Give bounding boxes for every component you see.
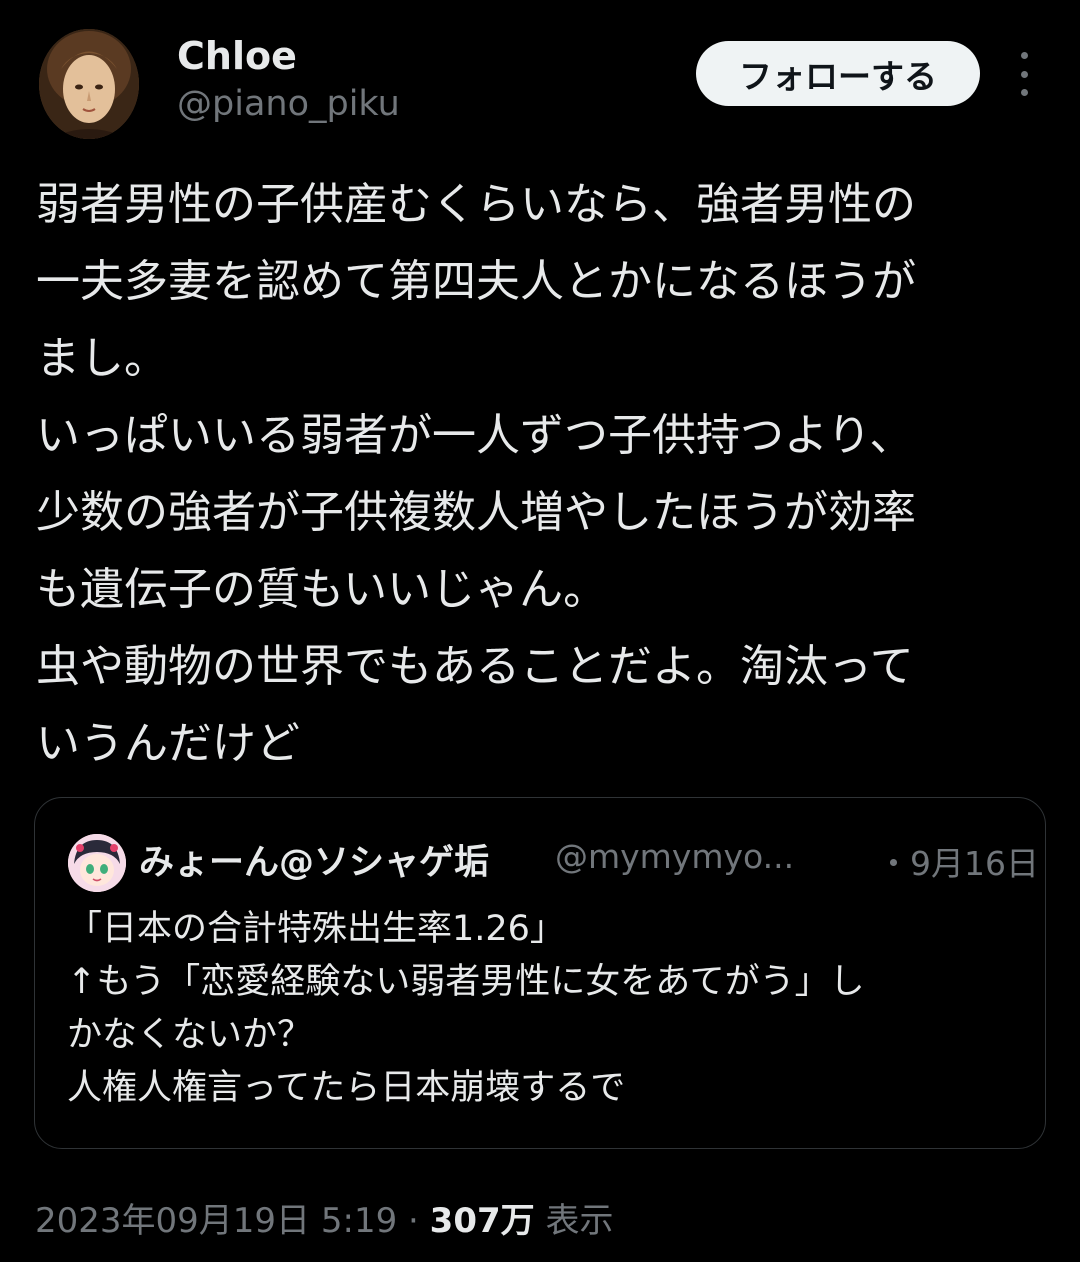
author-avatar[interactable] [39,29,139,139]
quote-line: かなくないか？ [67,1015,313,1055]
more-dot [1020,89,1028,96]
follow-button[interactable]: フォローする [696,41,980,106]
meta-separator: · [397,1201,430,1241]
quoted-author-handle[interactable]: @mymymyo... [555,837,794,876]
tweet-line: いっぱいいる弱者が一人ずつ子供持つより、 [36,410,914,461]
views-label: 表示 [534,1201,614,1241]
tweet-meta: 2023年09月19日 5:19 · 307万 表示 [35,1193,613,1242]
more-dot [1020,52,1028,59]
quoted-author-name[interactable]: みょーん@ソシャゲ垢 [139,834,489,885]
tweet-body: 弱者男性の子供産むくらいなら、強者男性の 一夫多妻を認めて第四夫人とかになるほう… [36,166,1046,782]
quoted-tweet-card[interactable]: みょーん@ソシャゲ垢 @mymymyo... ・9月16日 「日本の合計特殊出生… [34,797,1046,1149]
quote-line: 人権人権言ってたら日本崩壊するで [67,1068,626,1108]
more-vertical-icon[interactable] [1012,52,1036,96]
tweet-timestamp[interactable]: 2023年09月19日 5:19 [35,1201,397,1241]
quoted-tweet-body: 「日本の合計特殊出生率1.26」 ↑もう「恋愛経験ない弱者男性に女をあてがう」し… [67,903,1027,1115]
tweet-line: 少数の強者が子供複数人増やしたほうが効率 [36,487,916,538]
author-handle[interactable]: @piano_piku [177,84,400,124]
quoted-tweet-date[interactable]: ・9月16日 [877,837,1039,885]
tweet-line: 一夫多妻を認めて第四夫人とかになるほうが [36,256,916,307]
quote-line: ↑もう「恋愛経験ない弱者男性に女をあてがう」し [67,962,865,1002]
tweet-line: 虫や動物の世界でもあることだよ。淘汰って [36,641,914,692]
quoted-author-avatar[interactable] [68,834,126,892]
tweet-line: いうんだけど [36,718,300,769]
views-count[interactable]: 307万 [430,1201,535,1241]
tweet-line: まし。 [36,333,168,384]
tweet-line: も遺伝子の質もいいじゃん。 [36,564,608,615]
quote-line: 「日本の合計特殊出生率1.26」 [67,909,565,949]
author-name[interactable]: Chloe [177,34,297,78]
more-dot [1020,70,1028,78]
tweet-line: 弱者男性の子供産むくらいなら、強者男性の [36,179,916,230]
